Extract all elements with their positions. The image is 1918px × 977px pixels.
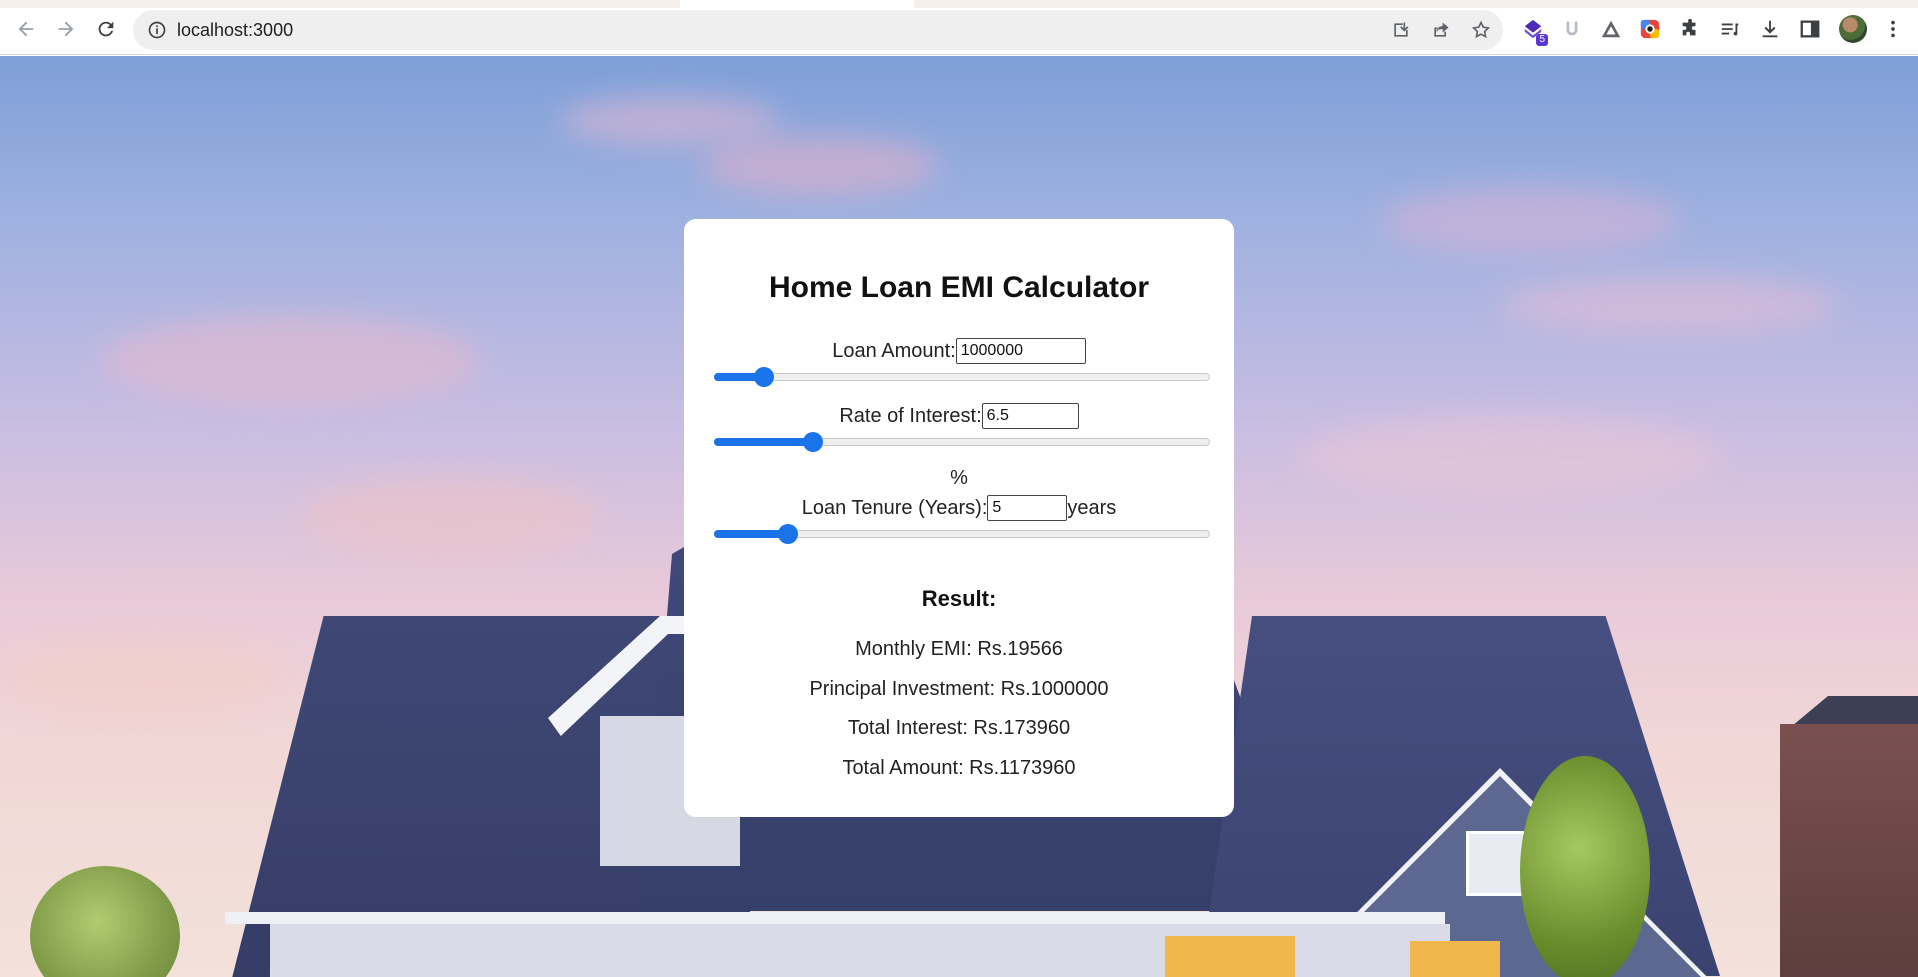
install-icon: [1394, 22, 1409, 37]
info-icon[interactable]: [147, 20, 167, 40]
share-icon: [1434, 22, 1449, 37]
color-picker-extension-icon: [1640, 19, 1660, 39]
back-button[interactable]: [10, 13, 42, 45]
rate-of-interest-row: Rate of Interest:: [684, 402, 1234, 430]
browser-toolbar: localhost:3000 5: [0, 0, 1918, 55]
install-button[interactable]: [1390, 19, 1412, 41]
arrow-left-icon: [18, 21, 34, 37]
downloads-button[interactable]: [1757, 16, 1783, 42]
years-label: years: [1067, 496, 1117, 519]
share-button[interactable]: [1430, 19, 1452, 41]
principal-investment-text: Principal Investment: Rs.1000000: [809, 678, 1109, 700]
bookmark-button[interactable]: [1470, 19, 1492, 41]
extension-button-4[interactable]: [1637, 16, 1663, 42]
star-icon: [1471, 20, 1491, 39]
house-window: [1165, 936, 1295, 977]
profile-avatar[interactable]: [1839, 15, 1867, 43]
cloud: [560, 96, 780, 146]
tree: [30, 866, 180, 977]
rate-of-interest-label: Rate of Interest:: [839, 404, 982, 427]
slider-thumb[interactable]: [803, 432, 823, 452]
side-panel-button[interactable]: [1797, 16, 1823, 42]
extension-button-3[interactable]: [1598, 16, 1624, 42]
loan-amount-label: Loan Amount:: [832, 339, 956, 362]
url-text[interactable]: localhost:3000: [177, 10, 293, 50]
emi-calculator-card: Home Loan EMI Calculator Loan Amount: Ra…: [684, 219, 1234, 817]
cloud: [1500, 276, 1840, 336]
loan-amount-input[interactable]: [955, 338, 1086, 364]
puzzle-icon: [1682, 18, 1696, 36]
slider-thumb[interactable]: [778, 524, 798, 544]
interest-unit: %: [684, 464, 1234, 492]
side-panel-icon: [1800, 20, 1820, 38]
kebab-menu-icon: [1891, 20, 1895, 38]
cloud: [300, 476, 600, 556]
tab-strip: [0, 0, 1918, 8]
slider-thumb[interactable]: [754, 367, 774, 387]
house-eave: [225, 912, 1445, 924]
tree: [1520, 756, 1650, 977]
percent-label: %: [950, 466, 968, 489]
triangle-extension-icon: [1601, 20, 1621, 38]
reload-button[interactable]: [90, 13, 122, 45]
cloud: [1380, 186, 1680, 256]
download-icon: [1762, 20, 1778, 38]
loan-amount-slider[interactable]: [714, 367, 1210, 387]
calculator-title: Home Loan EMI Calculator: [768, 271, 1150, 304]
result-heading: Result:: [921, 586, 997, 611]
arrow-right-icon: [58, 21, 74, 37]
loan-tenure-input[interactable]: [987, 495, 1068, 521]
extension-button-2[interactable]: [1559, 16, 1585, 42]
total-amount-text: Total Amount: Rs.1173960: [842, 757, 1076, 779]
house-window: [1410, 941, 1500, 977]
loan-tenure-slider[interactable]: [714, 524, 1210, 544]
cloud: [0, 636, 280, 716]
monthly-emi-text: Monthly EMI: Rs.19566: [855, 638, 1063, 660]
reload-icon: [98, 21, 114, 37]
cloud: [1300, 416, 1720, 496]
active-tab[interactable]: [680, 0, 914, 8]
extensions-button[interactable]: [1677, 16, 1703, 42]
cloud: [700, 136, 940, 196]
browser-menu-button[interactable]: [1880, 16, 1906, 42]
loan-tenure-row: Loan Tenure (Years): years: [684, 494, 1234, 522]
neighbor-house: [1780, 724, 1918, 977]
extension-badge: 5: [1536, 34, 1548, 46]
u-extension-icon: [1566, 21, 1578, 36]
address-bar[interactable]: localhost:3000: [133, 10, 1503, 50]
extension-button-1[interactable]: 5: [1520, 16, 1548, 46]
cloud: [100, 316, 480, 406]
rate-of-interest-slider[interactable]: [714, 432, 1210, 452]
reading-list-icon: [1721, 23, 1739, 36]
loan-amount-row: Loan Amount:: [684, 337, 1234, 365]
rate-of-interest-input[interactable]: [981, 403, 1079, 429]
forward-button[interactable]: [50, 13, 82, 45]
loan-tenure-label: Loan Tenure (Years):: [801, 496, 988, 519]
slider-fill: [714, 438, 813, 446]
reading-list-button[interactable]: [1717, 16, 1743, 42]
slider-track: [714, 373, 1210, 381]
total-interest-text: Total Interest: Rs.173960: [847, 717, 1071, 739]
slider-fill: [714, 530, 788, 538]
